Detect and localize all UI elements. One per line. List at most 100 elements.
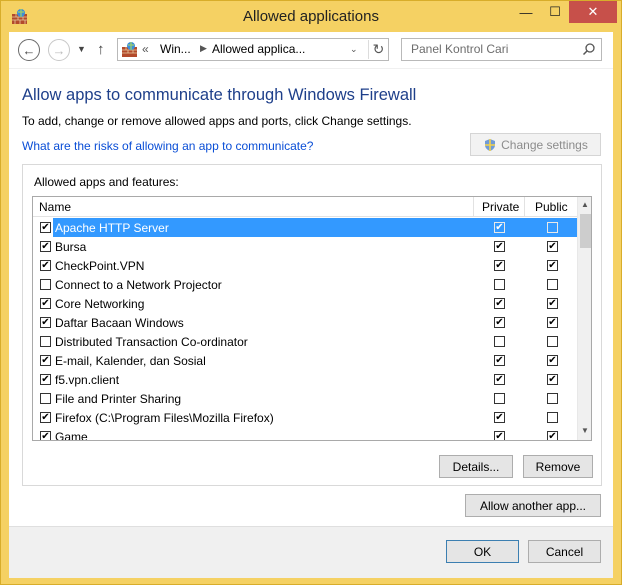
app-enabled-checkbox[interactable]: ✔ <box>40 222 51 233</box>
page-title: Allow apps to communicate through Window… <box>22 86 417 104</box>
private-network-checkbox[interactable]: ✔ <box>494 412 505 423</box>
app-enabled-checkbox[interactable]: ✔ <box>40 317 51 328</box>
app-name: CheckPoint.VPN <box>55 259 145 273</box>
app-enabled-checkbox[interactable]: ✔ <box>40 355 51 366</box>
forward-button[interactable]: → <box>48 39 70 61</box>
public-network-checkbox[interactable] <box>547 336 558 347</box>
app-name: E-mail, Kalender, dan Sosial <box>55 354 206 368</box>
uac-shield-icon <box>485 138 496 151</box>
change-settings-label: Change settings <box>501 137 588 152</box>
app-name: Game <box>55 430 88 441</box>
app-enabled-checkbox[interactable]: ✔ <box>40 431 51 440</box>
private-network-checkbox[interactable]: ✔ <box>494 431 505 440</box>
private-network-checkbox[interactable]: ✔ <box>494 317 505 328</box>
public-network-checkbox[interactable]: ✔ <box>547 355 558 366</box>
public-network-checkbox[interactable]: ✔ <box>547 260 558 271</box>
public-network-checkbox[interactable]: ✔ <box>547 241 558 252</box>
overflow-chevron-icon[interactable]: « <box>142 42 149 56</box>
app-row[interactable]: ✔ Apache HTTP Server ✔ <box>33 218 577 237</box>
back-button[interactable]: ← <box>18 39 40 61</box>
app-enabled-checkbox[interactable] <box>40 336 51 347</box>
address-dropdown-icon[interactable]: ⌄ <box>350 44 358 55</box>
address-bar[interactable]: « Win... ▶ Allowed applica... ⌄ ↻ <box>117 38 389 61</box>
dialog-footer: OK Cancel <box>9 526 613 578</box>
app-row[interactable]: ✔ Game ✔ ✔ <box>33 427 577 441</box>
search-icon[interactable] <box>582 42 596 56</box>
app-row[interactable]: ✔ Firefox (C:\Program Files\Mozilla Firef… <box>33 408 577 427</box>
vertical-scrollbar[interactable]: ▲ ▼ <box>577 197 591 440</box>
minimize-button[interactable]: — <box>511 1 541 23</box>
public-network-checkbox[interactable] <box>547 222 558 233</box>
up-button[interactable]: ↑ <box>97 41 105 58</box>
details-button[interactable]: Details... <box>439 455 513 478</box>
app-name: Daftar Bacaan Windows <box>55 316 184 330</box>
title-bar[interactable]: Allowed applications — ☐ ✕ <box>1 1 621 32</box>
column-header-name[interactable]: Name <box>39 200 71 214</box>
app-row[interactable]: Distributed Transaction Co-ordinator <box>33 332 577 351</box>
refresh-button[interactable]: ↻ <box>368 40 388 59</box>
allow-another-app-button[interactable]: Allow another app... <box>465 494 601 517</box>
cancel-button[interactable]: Cancel <box>528 540 601 563</box>
app-name: Distributed Transaction Co-ordinator <box>55 335 248 349</box>
scroll-up-icon[interactable]: ▲ <box>578 198 591 212</box>
recent-locations-dropdown[interactable]: ▼ <box>77 44 86 54</box>
app-row[interactable]: ✔ Core Networking ✔ ✔ <box>33 294 577 313</box>
public-network-checkbox[interactable]: ✔ <box>547 431 558 440</box>
app-name: Apache HTTP Server <box>55 221 169 235</box>
app-row[interactable]: File and Printer Sharing <box>33 389 577 408</box>
public-network-checkbox[interactable]: ✔ <box>547 374 558 385</box>
search-placeholder: Panel Kontrol Cari <box>411 42 509 56</box>
app-row[interactable]: Connect to a Network Projector <box>33 275 577 294</box>
firewall-window: Allowed applications — ☐ ✕ ← → ▼ ↑ « Win… <box>0 0 622 585</box>
app-row[interactable]: ✔ E-mail, Kalender, dan Sosial ✔ ✔ <box>33 351 577 370</box>
scroll-down-icon[interactable]: ▼ <box>578 424 591 438</box>
change-settings-button[interactable]: Change settings <box>470 133 601 156</box>
list-header: Name Private Public <box>33 197 577 217</box>
allowed-apps-label: Allowed apps and features: <box>34 175 179 189</box>
public-network-checkbox[interactable] <box>547 393 558 404</box>
app-enabled-checkbox[interactable] <box>40 279 51 290</box>
allowed-apps-list[interactable]: Name Private Public ✔ Apache HTTP Server ✔… <box>32 196 592 441</box>
private-network-checkbox[interactable] <box>494 336 505 347</box>
app-row[interactable]: ✔ f5.vpn.client ✔ ✔ <box>33 370 577 389</box>
app-name: Core Networking <box>55 297 145 311</box>
public-network-checkbox[interactable] <box>547 279 558 290</box>
column-header-private[interactable]: Private <box>473 197 523 217</box>
app-enabled-checkbox[interactable] <box>40 393 51 404</box>
app-enabled-checkbox[interactable]: ✔ <box>40 412 51 423</box>
public-network-checkbox[interactable]: ✔ <box>547 298 558 309</box>
app-enabled-checkbox[interactable]: ✔ <box>40 241 51 252</box>
app-row[interactable]: ✔ CheckPoint.VPN ✔ ✔ <box>33 256 577 275</box>
column-header-public[interactable]: Public <box>524 197 577 217</box>
public-network-checkbox[interactable] <box>547 412 558 423</box>
breadcrumb-windows-firewall[interactable]: Win... <box>160 42 191 56</box>
app-row[interactable]: ✔ Bursa ✔ ✔ <box>33 237 577 256</box>
risks-help-link[interactable]: What are the risks of allowing an app to… <box>22 139 313 153</box>
ok-button[interactable]: OK <box>446 540 519 563</box>
app-name: Bursa <box>55 240 87 254</box>
private-network-checkbox[interactable]: ✔ <box>494 374 505 385</box>
search-input[interactable]: Panel Kontrol Cari <box>401 38 602 61</box>
app-name: Connect to a Network Projector <box>55 278 222 292</box>
app-enabled-checkbox[interactable]: ✔ <box>40 298 51 309</box>
public-network-checkbox[interactable]: ✔ <box>547 317 558 328</box>
breadcrumb-allowed-applications[interactable]: Allowed applica... <box>212 42 305 56</box>
breadcrumb-separator-icon[interactable]: ▶ <box>200 43 207 54</box>
app-enabled-checkbox[interactable]: ✔ <box>40 260 51 271</box>
private-network-checkbox[interactable] <box>494 279 505 290</box>
private-network-checkbox[interactable] <box>494 393 505 404</box>
close-button[interactable]: ✕ <box>569 1 617 23</box>
private-network-checkbox[interactable]: ✔ <box>494 355 505 366</box>
scrollbar-thumb[interactable] <box>580 214 591 248</box>
app-enabled-checkbox[interactable]: ✔ <box>40 374 51 385</box>
app-name: File and Printer Sharing <box>55 392 182 406</box>
maximize-button[interactable]: ☐ <box>541 1 569 23</box>
private-network-checkbox[interactable]: ✔ <box>494 260 505 271</box>
control-panel-icon <box>122 42 137 57</box>
app-row[interactable]: ✔ Daftar Bacaan Windows ✔ ✔ <box>33 313 577 332</box>
private-network-checkbox[interactable]: ✔ <box>494 241 505 252</box>
private-network-checkbox[interactable]: ✔ <box>494 298 505 309</box>
remove-button[interactable]: Remove <box>523 455 593 478</box>
client-area: ← → ▼ ↑ « Win... ▶ Allowed applica... ⌄ … <box>9 32 613 578</box>
private-network-checkbox[interactable]: ✔ <box>494 222 505 233</box>
